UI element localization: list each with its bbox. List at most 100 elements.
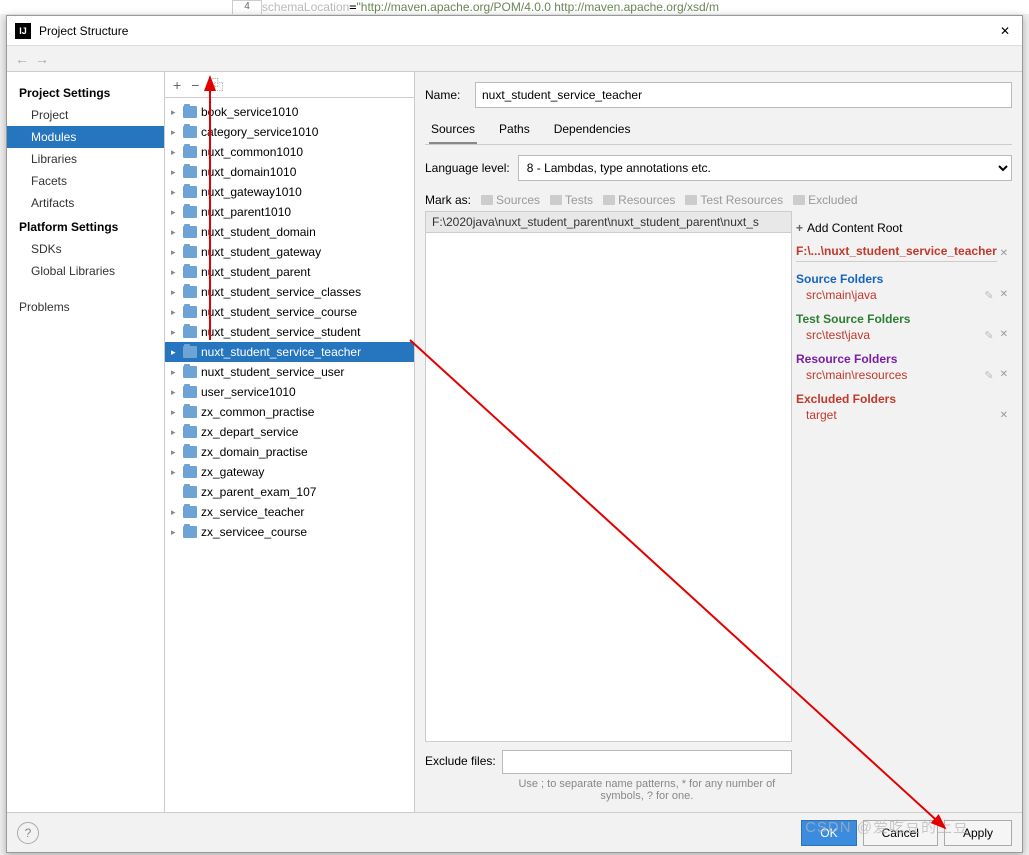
mark-tests[interactable]: Tests [550,193,593,207]
module-node[interactable]: ▸nuxt_student_service_student [165,322,414,342]
name-row: Name: [425,82,1012,108]
expand-icon[interactable]: ▸ [171,267,183,278]
expand-icon[interactable]: ▸ [171,387,183,398]
add-content-root-button[interactable]: +Add Content Root [796,217,1008,239]
module-node[interactable]: ▸zx_servicee_course [165,522,414,542]
back-icon[interactable]: ← [15,51,29,67]
sidebar-item-project[interactable]: Project [7,104,164,126]
sidebar-item-libraries[interactable]: Libraries [7,148,164,170]
remove-icon[interactable]: ✕ [1000,410,1008,421]
remove-icon[interactable]: ✕ [1000,289,1008,302]
module-node[interactable]: ▸nuxt_domain1010 [165,162,414,182]
mark-test-resources[interactable]: Test Resources [685,193,783,207]
expand-icon[interactable]: ▸ [171,287,183,298]
folder-tree-canvas[interactable] [425,233,792,742]
expand-icon[interactable]: ▸ [171,327,183,338]
expand-icon[interactable]: ▸ [171,207,183,218]
expand-icon[interactable]: ▸ [171,427,183,438]
module-node[interactable]: ▸category_service1010 [165,122,414,142]
expand-icon[interactable]: ▸ [171,167,183,178]
module-node[interactable]: ▸zx_gateway [165,462,414,482]
edit-icon[interactable]: ✎ [984,369,993,382]
expand-icon[interactable]: ▸ [171,447,183,458]
sidebar-item-sdks[interactable]: SDKs [7,238,164,260]
folder-icon [183,346,197,358]
module-node[interactable]: ▸nuxt_parent1010 [165,202,414,222]
excluded-folders-title: Excluded Folders [796,388,1008,407]
expand-icon[interactable]: ▸ [171,247,183,258]
expand-icon[interactable]: ▸ [171,187,183,198]
module-node[interactable]: ▸nuxt_student_service_user [165,362,414,382]
language-level-select[interactable]: 8 - Lambdas, type annotations etc. [518,155,1012,181]
sidebar-item-facets[interactable]: Facets [7,170,164,192]
expand-icon[interactable]: ▸ [171,227,183,238]
module-node[interactable]: ▸user_service1010 [165,382,414,402]
module-node[interactable]: ▸nuxt_student_service_course [165,302,414,322]
section-project-settings: Project Settings [7,80,164,104]
expand-icon[interactable]: ▸ [171,147,183,158]
copy-module-icon[interactable]: ⿻ [209,75,223,95]
dialog-footer: ? OK Cancel Apply [7,812,1022,852]
expand-icon[interactable]: ▸ [171,527,183,538]
folder-icon [183,206,197,218]
mark-excluded[interactable]: Excluded [793,193,857,207]
folder-icon [183,186,197,198]
excluded-folder-entry[interactable]: target✕ [796,407,1008,428]
test-folder-entry[interactable]: src\test\java✎✕ [796,327,1008,348]
module-node[interactable]: ▸zx_domain_practise [165,442,414,462]
module-node[interactable]: ▸nuxt_gateway1010 [165,182,414,202]
source-folder-entry[interactable]: src\main\java✎✕ [796,287,1008,308]
module-node[interactable]: ▸nuxt_student_service_classes [165,282,414,302]
cancel-button[interactable]: Cancel [863,820,938,846]
edit-icon[interactable]: ✎ [984,329,993,342]
expand-icon[interactable]: ▸ [171,347,183,358]
editor-tab-extra[interactable]: 4 [232,0,262,14]
apply-button[interactable]: Apply [944,820,1012,846]
expand-icon[interactable]: ▸ [171,307,183,318]
resource-folder-entry[interactable]: src\main\resources✎✕ [796,367,1008,388]
mark-as-label: Mark as: [425,193,471,207]
expand-icon[interactable]: ▸ [171,127,183,138]
exclude-files-input[interactable] [502,750,792,774]
module-node[interactable]: ▸nuxt_common1010 [165,142,414,162]
module-node[interactable]: ▸zx_common_practise [165,402,414,422]
expand-icon[interactable]: ▸ [171,407,183,418]
tab-paths[interactable]: Paths [497,120,532,144]
add-module-icon[interactable]: + [173,77,181,93]
ok-button[interactable]: OK [801,820,856,846]
close-icon[interactable]: ✕ [996,24,1014,38]
module-node[interactable]: zx_parent_exam_107 [165,482,414,502]
sidebar-item-global-libraries[interactable]: Global Libraries [7,260,164,282]
expand-icon[interactable]: ▸ [171,107,183,118]
expand-icon[interactable]: ▸ [171,367,183,378]
remove-module-icon[interactable]: − [191,77,199,93]
module-node[interactable]: ▸nuxt_student_gateway [165,242,414,262]
edit-icon[interactable]: ✎ [984,289,993,302]
module-node[interactable]: ▸nuxt_student_domain [165,222,414,242]
sidebar-item-modules[interactable]: Modules [7,126,164,148]
remove-icon[interactable]: ✕ [1000,329,1008,342]
module-name-input[interactable] [475,82,1012,108]
mark-resources[interactable]: Resources [603,193,675,207]
editor-snippet: xsi:schemaLocation="http://maven.apache.… [0,0,1029,14]
forward-icon[interactable]: → [35,51,49,67]
mark-sources[interactable]: Sources [481,193,540,207]
module-node[interactable]: ▸zx_depart_service [165,422,414,442]
expand-icon[interactable]: ▸ [171,467,183,478]
modules-tree[interactable]: ▸book_service1010▸category_service1010▸n… [165,98,414,812]
remove-root-icon[interactable]: ✕ [1000,248,1008,259]
expand-icon[interactable]: ▸ [171,507,183,518]
module-node[interactable]: ▸nuxt_student_service_teacher [165,342,414,362]
help-icon[interactable]: ? [17,822,39,844]
content-root-path[interactable]: F:\2020java\nuxt_student_parent\nuxt_stu… [425,211,792,233]
module-node[interactable]: ▸zx_service_teacher [165,502,414,522]
content-root-entry[interactable]: F:\...\nuxt_student_service_teacher [796,241,997,262]
tab-sources[interactable]: Sources [429,120,477,144]
section-platform-settings: Platform Settings [7,214,164,238]
sidebar-item-problems[interactable]: Problems [7,296,164,318]
tab-dependencies[interactable]: Dependencies [552,120,633,144]
module-node[interactable]: ▸nuxt_student_parent [165,262,414,282]
sidebar-item-artifacts[interactable]: Artifacts [7,192,164,214]
remove-icon[interactable]: ✕ [1000,369,1008,382]
module-node[interactable]: ▸book_service1010 [165,102,414,122]
